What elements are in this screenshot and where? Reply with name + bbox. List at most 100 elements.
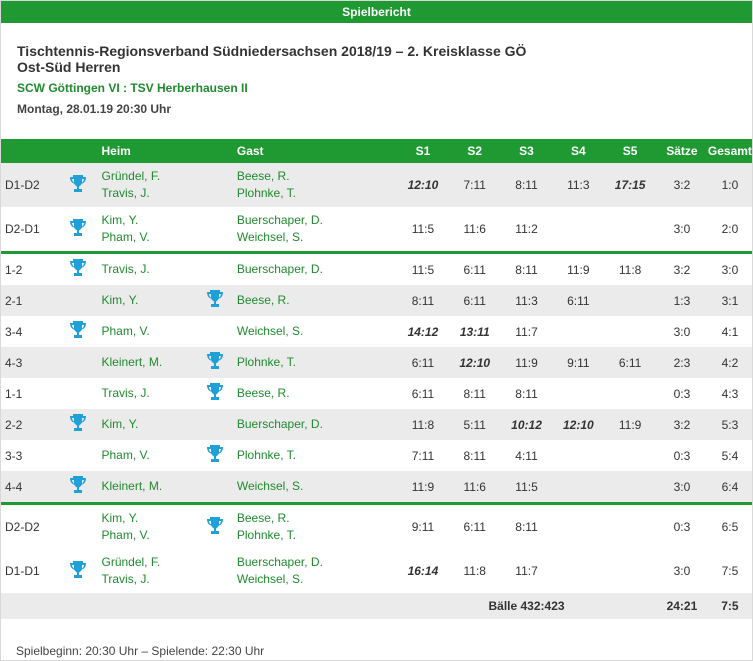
player-name[interactable]: Buerschaper, D. [237, 261, 343, 278]
sets-result: 3:2 [673, 262, 691, 277]
player-name[interactable]: Travis, J. [101, 185, 197, 202]
heim-winner-cell [57, 285, 98, 316]
set-score-s5 [604, 505, 656, 549]
games-total: 7:5 [707, 593, 752, 619]
total-score: 4:2 [707, 347, 752, 378]
player-name[interactable]: Plohnke, T. [237, 354, 343, 371]
player-name[interactable]: Gründel, F. [101, 168, 197, 185]
player-name[interactable]: Travis, J. [101, 261, 197, 278]
gast-player[interactable]: Beese, R. Plohnke, T. [233, 505, 343, 549]
heim-player[interactable]: Kim, Y. [97, 409, 198, 440]
gast-player[interactable]: Beese, R. Plohnke, T. [232, 163, 343, 207]
player-name[interactable]: Pham, V. [101, 447, 197, 464]
player-name[interactable]: Plohnke, T. [237, 527, 343, 544]
table-row: 3-4 Pham, V. Weichsel, S. 14:12 13:11 11:7 3:0… [1, 316, 752, 347]
player-name[interactable]: Buerschaper, D. [237, 554, 343, 571]
heim-player[interactable]: Pham, V. [97, 440, 197, 471]
total-score: 5:4 [721, 448, 739, 463]
player-name[interactable]: Beese, R. [237, 292, 343, 309]
set-score-s5 [604, 471, 657, 502]
player-name[interactable]: Kleinert, M. [101, 478, 197, 495]
heim-winner-cell [57, 163, 98, 207]
set-score-s1: 9:11 [411, 520, 435, 534]
player-name[interactable]: Weichsel, S. [237, 229, 343, 246]
set-score-s5: 6:11 [604, 347, 657, 378]
player-name[interactable]: Plohnke, T. [237, 185, 343, 202]
gast-player[interactable]: Buerschaper, D. Weichsel, S. [233, 207, 343, 251]
gast-player[interactable]: Buerschaper, D. [232, 409, 343, 440]
player-name[interactable]: Beese, R. [237, 510, 343, 527]
player-name[interactable]: Gründel, F. [101, 554, 197, 571]
pairing-label: 3-4 [5, 324, 23, 339]
sets-result: 0:3 [673, 520, 691, 534]
set-score-s3: 4:11 [515, 448, 538, 463]
player-name[interactable]: Weichsel, S. [237, 323, 343, 340]
set-score-s5 [604, 207, 656, 251]
gast-winner-cell [197, 316, 233, 347]
player-name[interactable]: Travis, J. [101, 385, 197, 402]
set-score-s1: 11:5 [411, 222, 435, 236]
trophy-icon [69, 560, 87, 583]
player-name[interactable]: Pham, V. [101, 323, 197, 340]
gast-winner-cell [197, 285, 233, 316]
set-score-s2: 6:11 [463, 262, 486, 277]
sets-result: 3:0 [673, 564, 691, 578]
player-name[interactable]: Buerschaper, D. [237, 416, 343, 433]
set-score-s5 [604, 440, 656, 471]
pairing-label: 4-4 [1, 471, 58, 502]
player-name[interactable]: Pham, V. [101, 229, 197, 246]
heim-player[interactable]: Kim, Y. Pham, V. [97, 505, 197, 549]
pairing-label: D1-D1 [5, 564, 40, 578]
set-score-s4: 11:3 [552, 163, 605, 207]
player-name[interactable]: Beese, R. [237, 385, 343, 402]
set-score-s3: 11:7 [515, 324, 538, 339]
set-score-s3: 8:11 [515, 386, 538, 401]
gast-player[interactable]: Plohnke, T. [232, 347, 343, 378]
heim-player[interactable]: Kleinert, M. [97, 471, 198, 502]
player-name[interactable]: Plohnke, T. [237, 447, 343, 464]
heim-player[interactable]: Travis, J. [97, 378, 197, 409]
player-name[interactable]: Weichsel, S. [237, 571, 343, 588]
heim-player[interactable]: Kim, Y. Pham, V. [97, 207, 197, 251]
table-row: D2-D1 Kim, Y. Pham, V. Buerschaper, D. Weich… [1, 207, 752, 251]
player-name[interactable]: Beese, R. [237, 168, 343, 185]
heim-player[interactable]: Travis, J. [97, 254, 197, 285]
player-name[interactable]: Travis, J. [101, 571, 197, 588]
gast-winner-cell [197, 163, 233, 207]
gast-player[interactable]: Plohnke, T. [233, 440, 343, 471]
heim-player[interactable]: Pham, V. [97, 316, 197, 347]
heim-player[interactable]: Gründel, F. Travis, J. [97, 549, 197, 593]
player-name[interactable]: Kim, Y. [101, 416, 197, 433]
gast-player[interactable]: Weichsel, S. [233, 316, 343, 347]
set-score-s3: 11:7 [515, 564, 538, 578]
heim-winner-cell [58, 207, 98, 251]
set-score-s4 [552, 378, 604, 409]
set-score-s3: 8:11 [500, 163, 553, 207]
heim-player[interactable]: Kleinert, M. [97, 347, 198, 378]
player-name[interactable]: Pham, V. [101, 527, 197, 544]
pairing-label: D2-D2 [5, 520, 40, 534]
table-row: D1-D2 Gründel, F. Travis, J. Beese, R. Plohn… [1, 163, 752, 207]
report-header-bar: Spielbericht [1, 1, 752, 23]
heim-player[interactable]: Gründel, F. Travis, J. [97, 163, 198, 207]
gast-player[interactable]: Buerschaper, D. Weichsel, S. [233, 549, 343, 593]
league-title-line1: Tischtennis-Regionsverband Südniedersach… [17, 43, 527, 59]
heim-winner-cell [57, 409, 98, 440]
player-name[interactable]: Kim, Y. [101, 212, 197, 229]
col-gesamt: Gesamt [707, 139, 752, 163]
set-score-s4: 11:9 [567, 262, 590, 277]
player-name[interactable]: Kim, Y. [101, 292, 197, 309]
gast-player[interactable]: Weichsel, S. [232, 471, 343, 502]
player-name[interactable]: Weichsel, S. [237, 478, 343, 495]
player-name[interactable]: Kleinert, M. [101, 354, 197, 371]
pairing-label: D1-D2 [1, 163, 58, 207]
player-name[interactable]: Buerschaper, D. [237, 212, 343, 229]
heim-player[interactable]: Kim, Y. [97, 285, 198, 316]
table-row: D2-D2 Kim, Y. Pham, V. Beese, R. Plohnke, T.… [1, 505, 752, 549]
set-score-s4 [552, 207, 604, 251]
player-name[interactable]: Kim, Y. [101, 510, 197, 527]
match-teams[interactable]: SCW Göttingen VI : TSV Herberhausen II [17, 81, 736, 95]
gast-player[interactable]: Buerschaper, D. [233, 254, 343, 285]
gast-player[interactable]: Beese, R. [232, 285, 343, 316]
gast-player[interactable]: Beese, R. [233, 378, 343, 409]
